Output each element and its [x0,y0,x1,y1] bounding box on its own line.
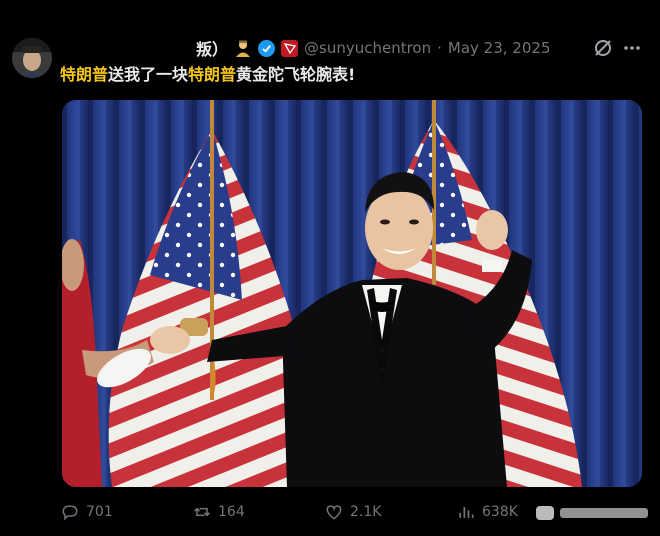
views-button[interactable]: 638K [456,502,518,522]
author-row: 叛） @sunyuchentron · May 23, 2025 [196,36,550,60]
like-count: 2.1K [350,504,382,520]
more-icon[interactable] [620,38,644,58]
watermark [530,496,656,532]
like-button[interactable]: 2.1K [324,502,381,522]
tweet-text-part: 特朗普 [188,65,237,84]
post-date[interactable]: May 23, 2025 [448,39,551,57]
retweet-button[interactable]: 164 [192,502,245,522]
person-emoji-icon [234,39,252,57]
author-handle[interactable]: @sunyuchentron [304,39,431,57]
grok-icon[interactable] [592,37,614,59]
avatar[interactable] [12,38,52,78]
tweet-text-part: 送我了一块 [108,65,189,84]
tron-logo-icon [281,39,299,57]
separator-dot: · [437,39,442,57]
reply-count: 701 [86,504,113,520]
like-icon [326,505,342,520]
verified-badge-icon [258,39,276,57]
retweet-icon [193,507,211,517]
tweet-text-part: 黄金陀飞轮腕表! [236,65,356,84]
reply-button[interactable]: 701 [60,502,113,522]
reply-icon [62,505,78,521]
retweet-count: 164 [218,504,245,520]
tweet-text: 特朗普送我了一块特朗普黄金陀飞轮腕表! [60,64,620,86]
tweet-text-part: 特朗普 [60,65,109,84]
photo-scene [62,100,642,487]
views-icon [459,507,474,518]
author-name[interactable]: 叛） [196,36,228,60]
tweet-photo[interactable] [62,100,642,487]
views-count: 638K [482,504,518,520]
